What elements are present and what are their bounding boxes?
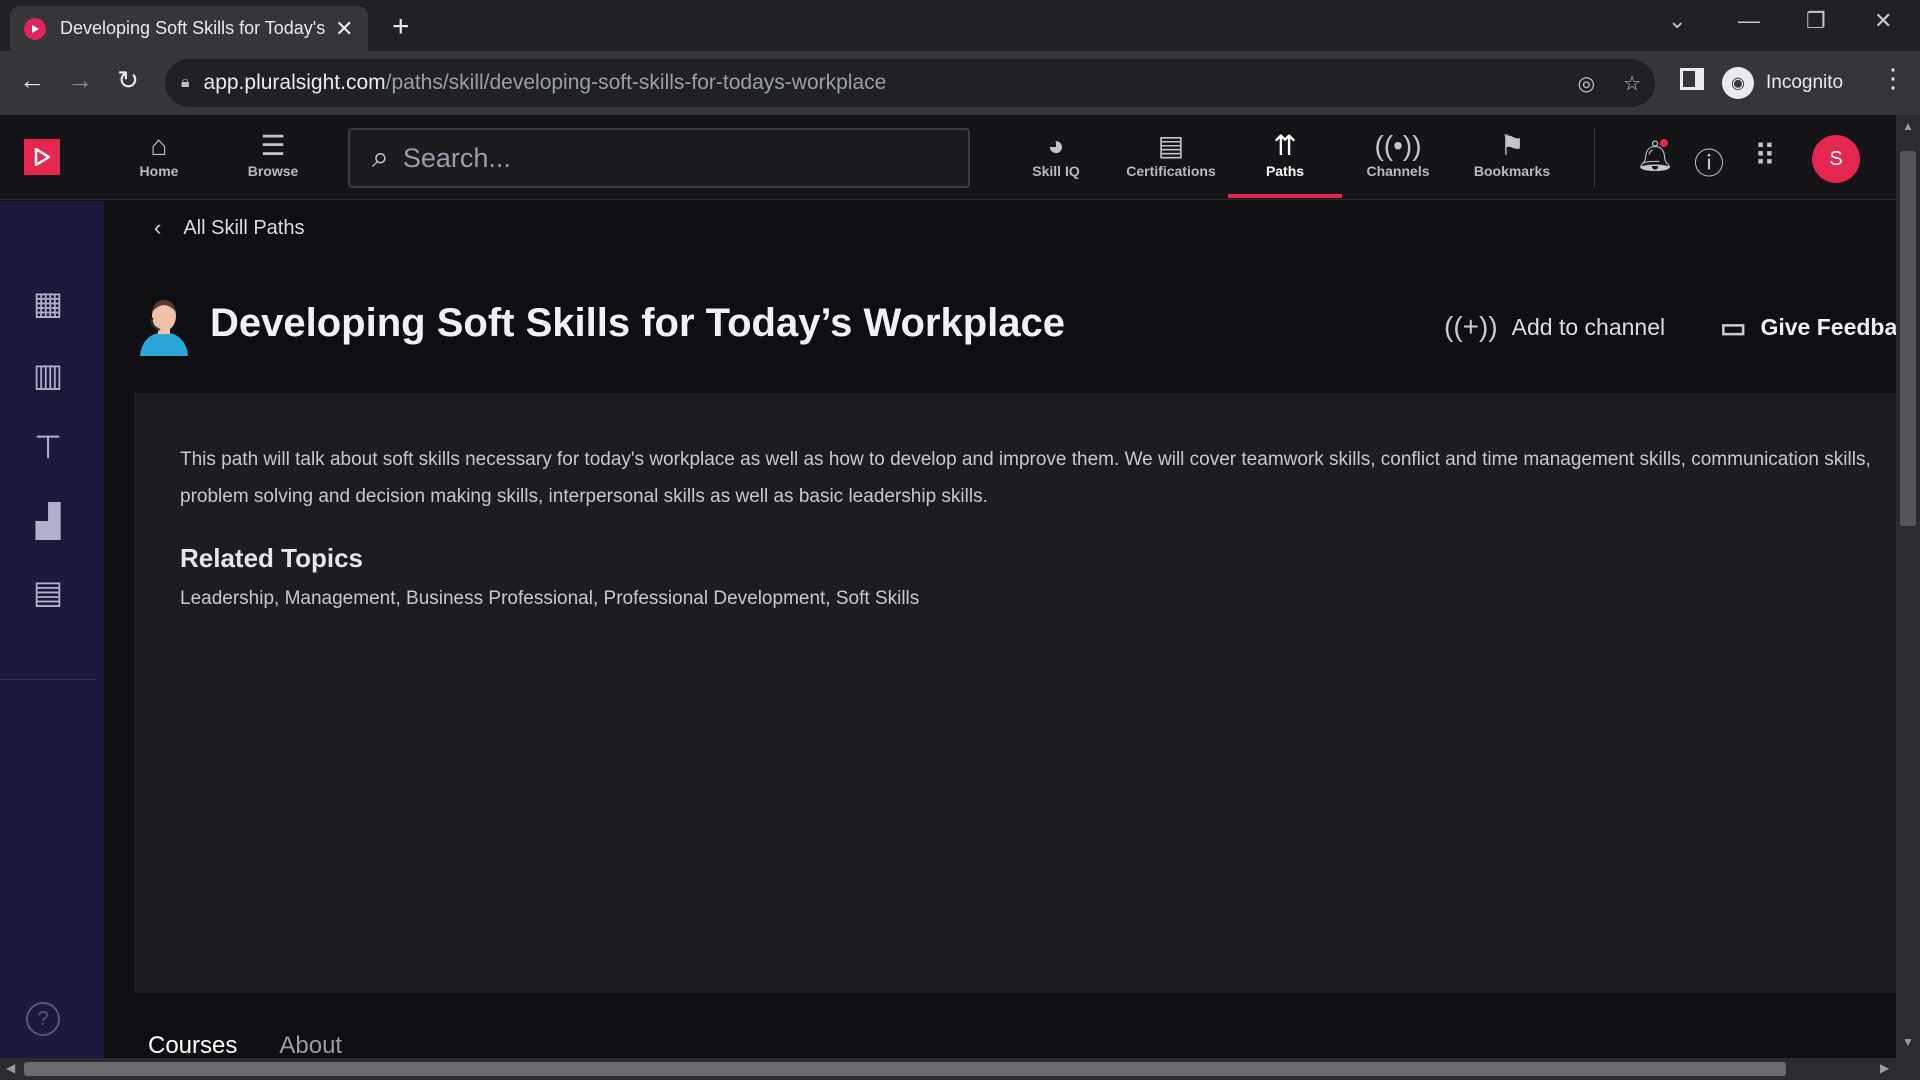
path-details-panel: This path will talk about soft skills ne… <box>134 393 1896 993</box>
pluralsight-favicon-icon <box>24 17 46 40</box>
analytics-chart-icon[interactable]: ▟ <box>30 503 66 539</box>
pluralsight-app: ⌂ Home ☰ Browse ⌕ ◕ Skill IQ ▤ Certifica… <box>0 115 1896 1058</box>
horizontal-scroll-thumb[interactable] <box>24 1062 1786 1076</box>
horizontal-scrollbar[interactable]: ◀ ▶ <box>0 1058 1920 1080</box>
page-title: Developing Soft Skills for Today’s Workp… <box>210 301 1065 345</box>
notifications-bell-icon[interactable]: 🔔︎ <box>1636 139 1674 174</box>
nav-bookmarks-label: Bookmarks <box>1473 163 1551 179</box>
nav-skill-iq-label: Skill IQ <box>1032 163 1080 179</box>
scroll-up-arrow-icon[interactable]: ▲ <box>1902 119 1914 133</box>
path-description: This path will talk about soft skills ne… <box>180 449 1871 507</box>
url-host: app.pluralsight.com <box>203 71 386 94</box>
dashboard-icon[interactable]: ▦ <box>30 285 66 321</box>
reports-document-icon[interactable]: ▤ <box>30 574 66 610</box>
vertical-scrollbar[interactable]: ▲ ▼ <box>1896 115 1920 1058</box>
add-to-channel-label: Add to channel <box>1511 313 1666 340</box>
address-bar[interactable]: 🔒︎ app.pluralsight.com /paths/skill/deve… <box>165 59 1655 107</box>
browser-tab[interactable]: Developing Soft Skills for Today's ✕ <box>10 6 368 51</box>
building-icon[interactable]: ▥ <box>30 357 66 393</box>
incognito-label: Incognito <box>1766 72 1844 93</box>
nav-divider <box>1594 129 1595 187</box>
search-input[interactable] <box>402 142 923 174</box>
minimize-icon[interactable]: — <box>1738 8 1760 34</box>
org-chart-icon[interactable]: ⊤ <box>30 429 66 465</box>
nav-certifications[interactable]: ▤ Certifications <box>1126 129 1216 179</box>
tab-strip: Developing Soft Skills for Today's ✕ + ⌄… <box>0 0 1920 51</box>
nav-channels[interactable]: ((•)) Channels <box>1353 129 1443 179</box>
browser-toolbar: ← → ↻ 🔒︎ app.pluralsight.com /paths/skil… <box>0 51 1920 115</box>
related-topics-list: Leadership, Management, Business Profess… <box>180 588 920 609</box>
browse-stack-icon: ☰ <box>260 130 286 161</box>
url-path: /paths/skill/developing-soft-skills-for-… <box>385 71 887 94</box>
bookmark-icon: ⚑ <box>1499 130 1525 161</box>
forward-arrow-icon[interactable]: → <box>62 65 98 96</box>
add-to-channel-button[interactable]: ((+)) Add to channel <box>1444 311 1665 343</box>
nav-browse[interactable]: ☰ Browse <box>228 129 318 179</box>
nav-home[interactable]: ⌂ Home <box>114 129 204 179</box>
search-bar[interactable]: ⌕ <box>348 128 970 188</box>
eye-off-icon[interactable]: ◎ <box>1578 71 1595 96</box>
left-sidebar: ▦ ▥ ⊤ ▟ ▤ ? <box>0 201 104 1058</box>
lock-icon: 🔒︎ <box>181 74 190 91</box>
give-feedback-label: Give Feedbac <box>1760 314 1896 340</box>
nav-paths-label: Paths <box>1265 163 1305 179</box>
new-tab-icon[interactable]: + <box>392 10 410 44</box>
close-window-icon[interactable]: ✕ <box>1874 8 1892 34</box>
restore-icon[interactable]: ❐ <box>1806 8 1826 34</box>
search-icon: ⌕ <box>372 141 389 174</box>
star-bookmark-icon[interactable]: ☆ <box>1623 71 1641 96</box>
nav-skill-iq[interactable]: ◕ Skill IQ <box>1011 129 1101 179</box>
certificate-icon: ▤ <box>1157 130 1185 161</box>
reload-icon[interactable]: ↻ <box>110 65 146 96</box>
nav-channels-label: Channels <box>1366 163 1430 179</box>
incognito-icon: ◉ <box>1722 67 1754 99</box>
close-tab-icon[interactable]: ✕ <box>335 16 353 42</box>
scroll-down-arrow-icon[interactable]: ▼ <box>1902 1035 1914 1049</box>
pluralsight-logo[interactable] <box>24 139 60 175</box>
help-circle-icon[interactable]: ? <box>26 1002 60 1036</box>
sidebar-divider <box>0 679 96 680</box>
chevron-left-icon: ‹ <box>154 215 162 240</box>
tab-about[interactable]: About <box>279 1032 342 1058</box>
top-navigation: ⌂ Home ☰ Browse ⌕ ◕ Skill IQ ▤ Certifica… <box>0 115 1896 200</box>
apps-grid-icon[interactable]: ⠿ <box>1754 139 1776 174</box>
scroll-right-arrow-icon[interactable]: ▶ <box>1880 1061 1889 1075</box>
channels-broadcast-icon: ((•)) <box>1374 130 1422 161</box>
tab-search-icon[interactable]: ⌄ <box>1668 8 1686 34</box>
give-feedback-button[interactable]: ▭ Give Feedbac <box>1720 311 1896 344</box>
side-panel-icon[interactable] <box>1680 68 1704 90</box>
home-icon: ⌂ <box>150 130 168 161</box>
back-to-skill-paths-link[interactable]: ‹ All Skill Paths <box>154 215 304 241</box>
feedback-message-icon: ▭ <box>1720 312 1747 343</box>
back-arrow-icon[interactable]: ← <box>14 65 50 96</box>
main-content: ‹ All Skill Paths Developing Soft Skills… <box>104 201 1896 1058</box>
related-topics-heading: Related Topics <box>180 543 364 573</box>
nav-home-label: Home <box>139 163 179 179</box>
nav-browse-label: Browse <box>247 163 299 179</box>
incognito-indicator[interactable]: ◉ Incognito <box>1722 61 1843 105</box>
browser-chrome: Developing Soft Skills for Today's ✕ + ⌄… <box>0 0 1920 115</box>
skill-iq-icon: ◕ <box>1047 130 1065 161</box>
paths-arrows-icon: ⇈ <box>1273 130 1297 161</box>
browser-menu-icon[interactable]: ⋮ <box>1880 63 1906 94</box>
vertical-scroll-thumb[interactable] <box>1900 151 1916 526</box>
tab-title: Developing Soft Skills for Today's <box>60 18 325 38</box>
active-nav-indicator <box>1228 194 1342 198</box>
nav-paths[interactable]: ⇈ Paths <box>1240 129 1330 179</box>
content-tabs: Courses About <box>148 1032 342 1058</box>
tab-courses[interactable]: Courses <box>148 1032 237 1058</box>
avatar[interactable]: S <box>1812 135 1860 183</box>
notification-dot <box>1660 139 1668 147</box>
broadcast-add-icon: ((+)) <box>1444 311 1498 342</box>
nav-certifications-label: Certifications <box>1126 163 1216 179</box>
scroll-left-arrow-icon[interactable]: ◀ <box>6 1061 15 1075</box>
back-link-label: All Skill Paths <box>183 216 305 239</box>
nav-bookmarks[interactable]: ⚑ Bookmarks <box>1467 129 1557 179</box>
path-avatar-icon <box>140 300 188 356</box>
help-icon[interactable]: ⓘ <box>1694 139 1724 183</box>
